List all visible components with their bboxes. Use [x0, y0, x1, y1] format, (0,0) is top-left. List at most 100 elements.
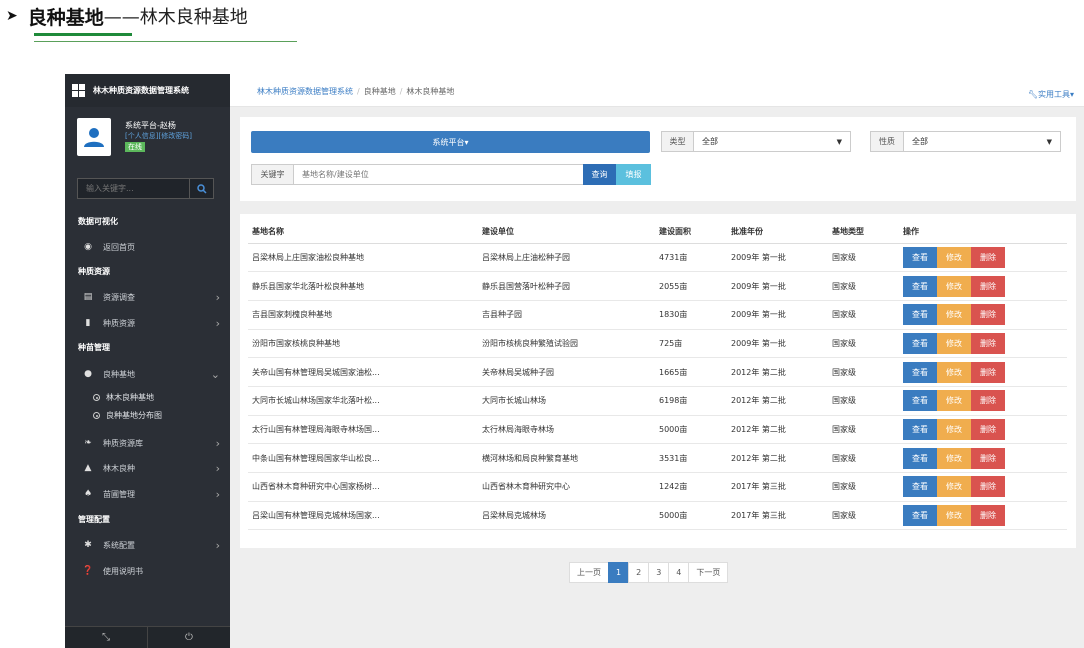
section-seedling: 种苗管理	[78, 343, 110, 352]
edit-button[interactable]: 修改	[937, 332, 971, 354]
breadcrumb-home[interactable]: 林木种质资源数据管理系统	[257, 87, 353, 96]
edit-button[interactable]: 修改	[937, 304, 971, 326]
cell-area: 1242亩	[655, 472, 727, 502]
column-header: 建设单位	[478, 220, 655, 244]
query-button[interactable]: 查询	[583, 164, 616, 185]
section-visualization: 数据可视化	[78, 217, 118, 226]
view-button[interactable]: 查看	[903, 418, 937, 440]
nature-select[interactable]: 全部 ▼	[903, 131, 1061, 152]
next-page-button[interactable]: 下一页	[688, 562, 729, 583]
edit-button[interactable]: 修改	[937, 476, 971, 498]
edit-button[interactable]: 修改	[937, 246, 971, 268]
delete-button[interactable]: 删除	[971, 505, 1005, 527]
cell-approval-year: 2017年 第三批	[727, 501, 828, 531]
sidebar-search	[77, 178, 214, 199]
column-header: 批准年份	[727, 220, 828, 244]
type-select[interactable]: 全部 ▼	[693, 131, 851, 152]
edit-button[interactable]: 修改	[937, 390, 971, 412]
sidebar-item-label: 资源调查	[103, 292, 135, 302]
top-bar: 林木种质资源数据管理系统 / 良种基地 / 林木良种基地 🔧︎实用工具▾	[230, 74, 1084, 107]
power-icon[interactable]: ⏻	[148, 627, 230, 648]
view-button[interactable]: 查看	[903, 275, 937, 297]
cell-base-name: 吕梁林局上庄国家油松良种基地	[248, 243, 478, 273]
view-button[interactable]: 查看	[903, 447, 937, 469]
page-button[interactable]: 2	[628, 562, 650, 583]
view-button[interactable]: 查看	[903, 476, 937, 498]
page-button[interactable]: 4	[668, 562, 690, 583]
sidebar-item-nursery[interactable]: ♠ 苗圃管理 ›	[65, 483, 230, 505]
keyword-input[interactable]	[293, 164, 584, 185]
delete-button[interactable]: 删除	[971, 275, 1005, 297]
edit-button[interactable]: 修改	[937, 418, 971, 440]
edit-button[interactable]: 修改	[937, 275, 971, 297]
sidebar-subitem-base-map[interactable]: 良种基地分布图	[93, 410, 162, 421]
sidebar-search-input[interactable]	[78, 179, 189, 198]
cell-base-name: 吉县国家刺槐良种基地	[248, 300, 478, 330]
sidebar-item-germplasm[interactable]: ▮ 种质资源 ›	[65, 312, 230, 334]
view-button[interactable]: 查看	[903, 332, 937, 354]
cell-base-name: 中条山国有林管理局国家华山松良...	[248, 443, 478, 473]
sidebar-item-survey[interactable]: ▤ 资源调查 ›	[65, 286, 230, 308]
chevron-right-icon: ›	[215, 316, 220, 330]
delete-button[interactable]: 删除	[971, 304, 1005, 326]
view-button[interactable]: 查看	[903, 246, 937, 268]
view-button[interactable]: 查看	[903, 361, 937, 383]
table-panel: 基地名称 建设单位 建设面积 批准年份 基地类型 操作 吕梁林局上庄国家油松良种…	[240, 214, 1076, 548]
nature-label: 性质	[870, 131, 904, 152]
fill-report-button[interactable]: 填报	[616, 164, 651, 185]
cell-base-name: 山西省林木育种研究中心国家杨树...	[248, 472, 478, 502]
sidebar-subitem-base-list[interactable]: 林木良种基地	[93, 392, 154, 403]
profile-link[interactable]: [个人信息]	[125, 132, 158, 140]
fullscreen-icon[interactable]: ⤡	[65, 627, 148, 648]
tools-menu[interactable]: 🔧︎实用工具▾	[1028, 89, 1074, 100]
sidebar-item-settings[interactable]: ✱ 系统配置 ›	[65, 534, 230, 556]
prev-page-button[interactable]: 上一页	[569, 562, 609, 583]
platform-dropdown[interactable]: 系统平台 ▾	[251, 131, 650, 153]
cell-actions: 查看 修改 删除	[899, 443, 1067, 473]
radio-icon	[93, 412, 100, 419]
sidebar-item-home[interactable]: ◉ 返回首页	[65, 236, 230, 258]
edit-button[interactable]: 修改	[937, 505, 971, 527]
edit-button[interactable]: 修改	[937, 361, 971, 383]
cell-base-type: 国家级	[828, 357, 899, 387]
delete-button[interactable]: 删除	[971, 246, 1005, 268]
page-title: 良种基地	[27, 6, 104, 29]
delete-button[interactable]: 删除	[971, 476, 1005, 498]
sidebar-item-label: 返回首页	[103, 242, 135, 252]
sidebar-header: 林木种质资源数据管理系统	[65, 74, 230, 107]
delete-button[interactable]: 删除	[971, 447, 1005, 469]
radio-icon	[93, 394, 100, 401]
change-password-link[interactable]: [修改密码]	[158, 132, 191, 140]
sidebar-footer: ⤡ ⏻	[65, 626, 230, 648]
cell-builder: 汾阳市核桃良种繁殖试验园	[478, 329, 655, 359]
sidebar-item-label: 系统配置	[103, 540, 135, 550]
search-button[interactable]	[189, 179, 213, 198]
caret-down-icon: ▼	[836, 137, 842, 146]
table-row: 中条山国有林管理局国家华山松良... 横河林场和局良种繁育基地 3531亩 2012年…	[248, 443, 1067, 473]
view-button[interactable]: 查看	[903, 390, 937, 412]
view-button[interactable]: 查看	[903, 304, 937, 326]
view-button[interactable]: 查看	[903, 505, 937, 527]
sidebar-subitem-label: 良种基地分布图	[106, 411, 162, 420]
delete-button[interactable]: 删除	[971, 390, 1005, 412]
sidebar-item-improved-variety[interactable]: ▲ 林木良种 ›	[65, 457, 230, 479]
caret-down-icon: ▾	[1069, 90, 1074, 99]
cell-area: 725亩	[655, 329, 727, 359]
page-button[interactable]: 3	[648, 562, 670, 583]
sidebar-item-base[interactable]: ● 良种基地 ⌄	[65, 363, 230, 385]
section-config: 管理配置	[78, 515, 110, 524]
page-button[interactable]: 1	[608, 562, 630, 583]
arrow-icon: ➤	[6, 8, 18, 24]
delete-button[interactable]: 删除	[971, 332, 1005, 354]
delete-button[interactable]: 删除	[971, 418, 1005, 440]
table-row: 大同市长城山林场国家华北落叶松... 大同市长城山林场 6198亩 2012年 第二批…	[248, 386, 1067, 416]
sidebar-item-manual[interactable]: ❓ 使用说明书	[65, 560, 230, 582]
cell-base-name: 汾阳市国家核桃良种基地	[248, 329, 478, 359]
seedling-icon: ♠	[83, 489, 93, 499]
table-body: 吕梁林局上庄国家油松良种基地 吕梁林局上庄油松种子园 4731亩 2009年 第一批国…	[248, 243, 1067, 531]
edit-button[interactable]: 修改	[937, 447, 971, 469]
column-header: 操作	[899, 220, 1067, 244]
delete-button[interactable]: 删除	[971, 361, 1005, 383]
sidebar-item-germplasm-bank[interactable]: ❧ 种质资源库 ›	[65, 432, 230, 454]
cell-builder: 吉县种子园	[478, 300, 655, 330]
